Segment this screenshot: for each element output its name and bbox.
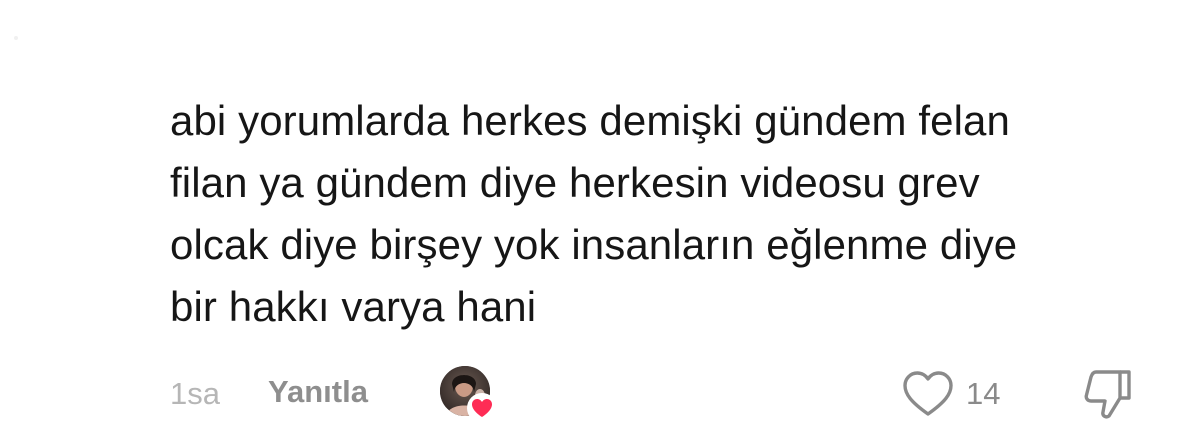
- thumbs-down-icon: [1084, 370, 1131, 419]
- heart-outline-icon: [903, 371, 953, 416]
- heart-filled-icon: [466, 392, 498, 424]
- creator-liked-indicator: [440, 366, 498, 424]
- comment-actions: 1sa Yanıtla 14: [0, 360, 1179, 430]
- comment-text: abi yorumlarda herkes demişki gündem fel…: [170, 97, 1018, 330]
- dislike-button[interactable]: [1082, 366, 1134, 422]
- reply-button[interactable]: Yanıtla: [268, 372, 368, 412]
- comment-timestamp: 1sa: [170, 376, 220, 411]
- like-button[interactable]: [900, 368, 956, 420]
- decorative-dot: [14, 36, 18, 40]
- like-count: 14: [966, 376, 1001, 411]
